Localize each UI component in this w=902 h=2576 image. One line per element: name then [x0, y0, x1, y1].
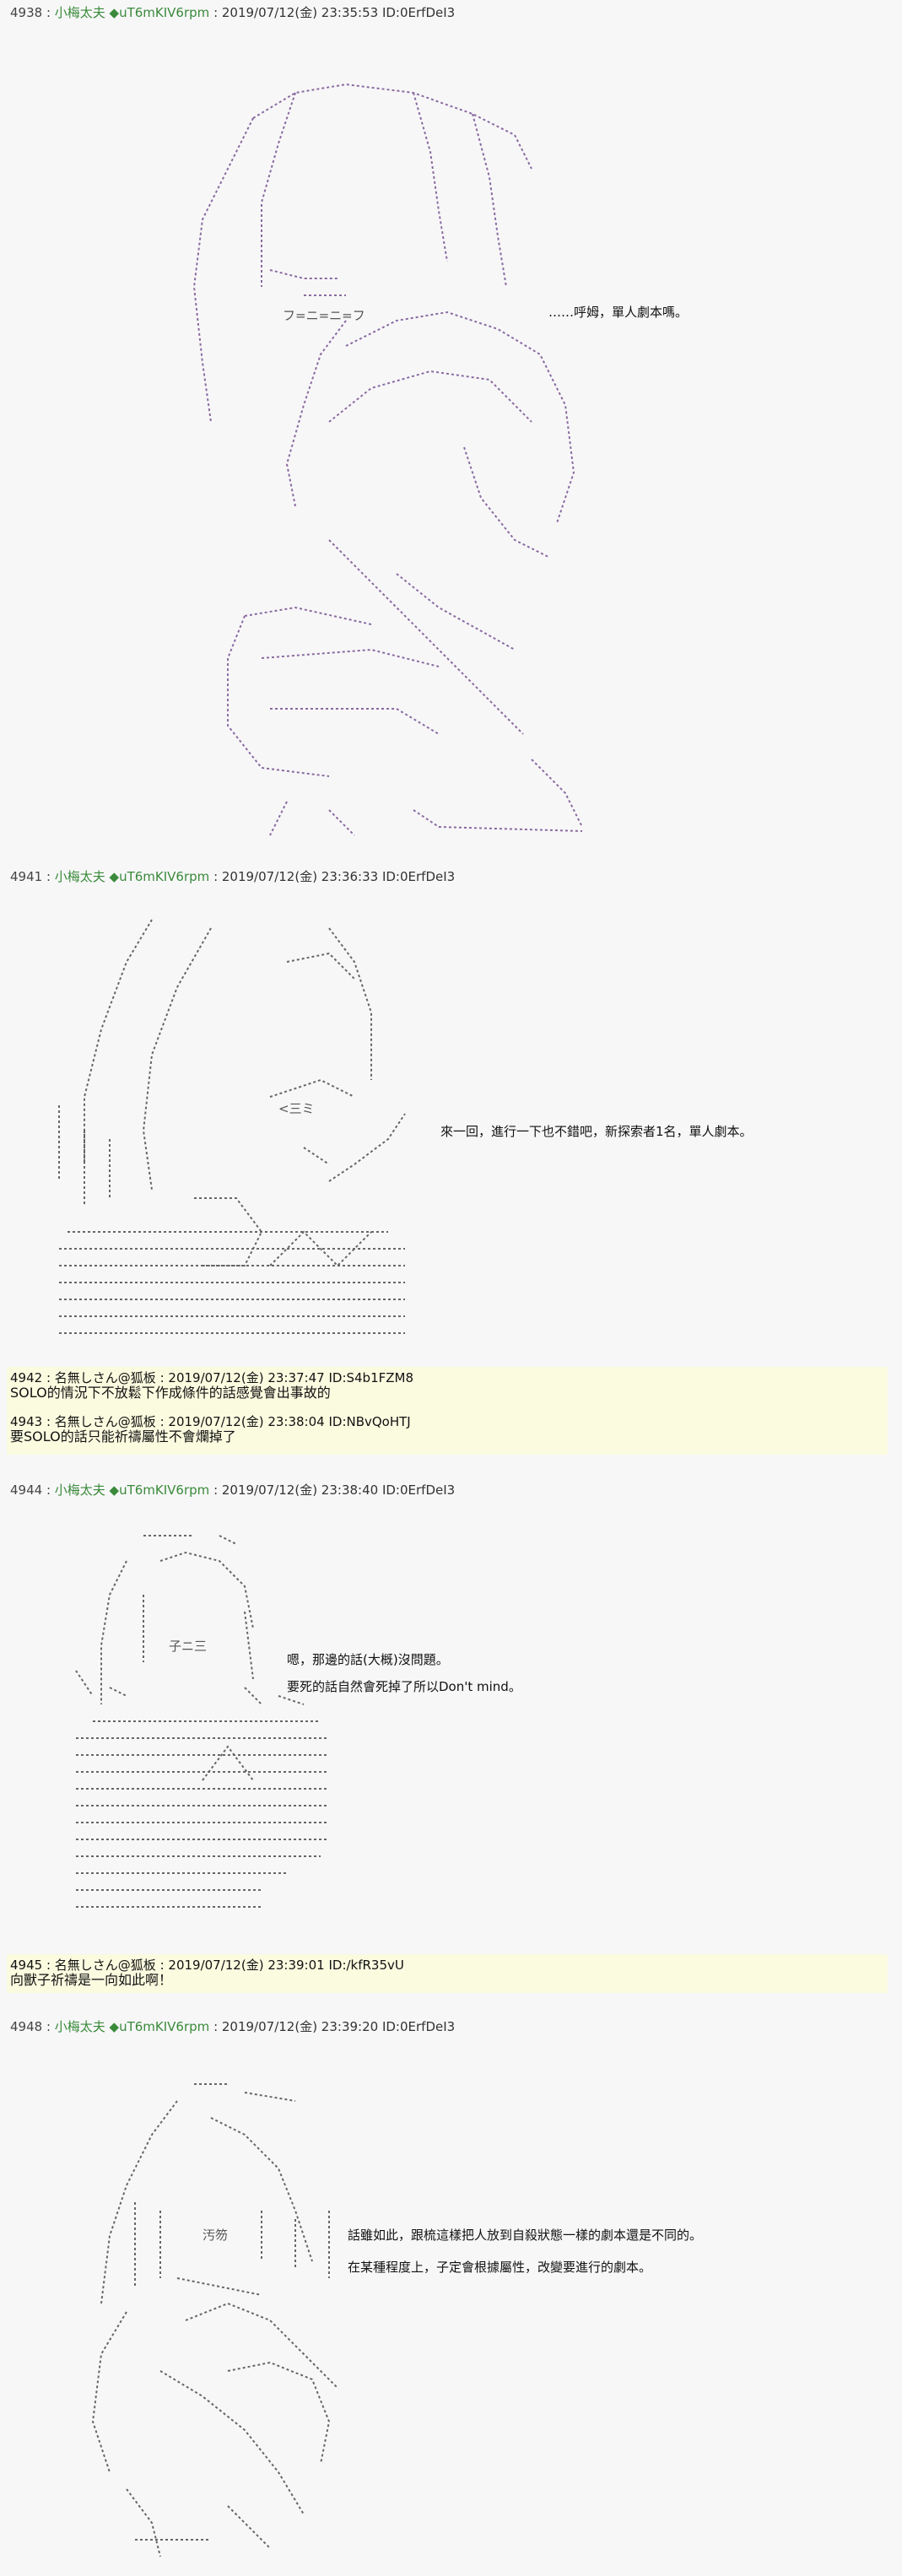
reply-body: 向獸子祈禱是一向如此啊！	[10, 1972, 173, 1988]
reply-name: 名無しさん@狐板	[54, 1370, 156, 1385]
post-number[interactable]: 4938 :	[10, 5, 51, 20]
post-header: 4944 : 小梅太夫 ◆uT6mKIV6rpm : 2019/07/12(金)…	[10, 1482, 455, 1498]
post-header: 4938 : 小梅太夫 ◆uT6mKIV6rpm : 2019/07/12(金)…	[10, 5, 455, 20]
reply-header: 4943 : 名無しさん@狐板 : 2019/07/12(金) 23:38:04…	[10, 1414, 884, 1429]
reply-spacer	[10, 1401, 884, 1414]
dialog-line: 要死的話自然會死掉了所以Don't mind。	[287, 1679, 521, 1694]
post-author: 小梅太夫 ◆uT6mKIV6rpm	[54, 869, 210, 884]
post-number[interactable]: 4948 :	[10, 2019, 51, 2034]
ascii-art-figure-4: 汚笏	[76, 2067, 354, 2565]
reply-body: SOLO的情況下不放鬆下作成條件的話感覺會出事故的	[10, 1385, 331, 1401]
ascii-art-face-text: 汚笏	[203, 2228, 229, 2243]
reply-group: 4945 : 名無しさん@狐板 : 2019/07/12(金) 23:39:01…	[7, 1954, 888, 1993]
post-meta: : 2019/07/12(金) 23:39:20 ID:0ErfDeI3	[213, 2019, 456, 2034]
ascii-art-figure-2: <三ミ	[51, 911, 430, 1350]
post-meta: : 2019/07/12(金) 23:36:33 ID:0ErfDeI3	[213, 869, 456, 884]
dialog-line: 嗯，那邊的話(大概)沒問題。	[287, 1652, 449, 1667]
post-author: 小梅太夫 ◆uT6mKIV6rpm	[54, 5, 210, 20]
ascii-art-face-text: フ=ニ=ニ=フ	[283, 308, 365, 323]
reply-meta: : 2019/07/12(金) 23:37:47 ID:S4b1FZM8	[159, 1370, 414, 1385]
reply-group: 4942 : 名無しさん@狐板 : 2019/07/12(金) 23:37:47…	[7, 1367, 888, 1455]
ascii-art-face-text: <三ミ	[278, 1101, 315, 1116]
ascii-art-face-text: 子ニ三	[169, 1639, 208, 1654]
reply-number[interactable]: 4943 :	[10, 1414, 51, 1429]
dialog-line: ‥‥‥呼姆，單人劇本嗎。	[548, 305, 689, 320]
reply-number[interactable]: 4945 :	[10, 1958, 51, 1973]
reply-number[interactable]: 4942 :	[10, 1370, 51, 1385]
reply-header: 4942 : 名無しさん@狐板 : 2019/07/12(金) 23:37:47…	[10, 1370, 884, 1385]
post-meta: : 2019/07/12(金) 23:38:40 ID:0ErfDeI3	[213, 1482, 456, 1498]
post-header: 4941 : 小梅太夫 ◆uT6mKIV6rpm : 2019/07/12(金)…	[10, 869, 455, 884]
post-number[interactable]: 4944 :	[10, 1482, 51, 1498]
ascii-art-figure-3: 子ニ三	[68, 1527, 338, 1932]
dialog-line: 來一回，進行一下也不錯吧，新探索者1名，單人劇本。	[440, 1124, 753, 1139]
dialog-line: 話雖如此，跟梳這樣把人放到自殺狀態一樣的劇本還是不同的。	[348, 2228, 703, 2243]
reply-name: 名無しさん@狐板	[54, 1958, 156, 1973]
post-author: 小梅太夫 ◆uT6mKIV6rpm	[54, 1482, 210, 1498]
reply-name: 名無しさん@狐板	[54, 1414, 156, 1429]
reply-body: 要SOLO的話只能祈禱屬性不會爛掉了	[10, 1428, 236, 1445]
ascii-art-figure-1: フ=ニ=ニ=フ	[160, 68, 599, 844]
post-number[interactable]: 4941 :	[10, 869, 51, 884]
reply-meta: : 2019/07/12(金) 23:39:01 ID:/kfR35vU	[159, 1958, 404, 1973]
post-author: 小梅太夫 ◆uT6mKIV6rpm	[54, 2019, 210, 2034]
reply-meta: : 2019/07/12(金) 23:38:04 ID:NBvQoHTJ	[159, 1414, 411, 1429]
dialog-line: 在某種程度上，子定會根據屬性，改變要進行的劇本。	[348, 2260, 652, 2275]
reply-header: 4945 : 名無しさん@狐板 : 2019/07/12(金) 23:39:01…	[10, 1958, 884, 1973]
post-header: 4948 : 小梅太夫 ◆uT6mKIV6rpm : 2019/07/12(金)…	[10, 2019, 455, 2034]
post-meta: : 2019/07/12(金) 23:35:53 ID:0ErfDeI3	[213, 5, 456, 20]
